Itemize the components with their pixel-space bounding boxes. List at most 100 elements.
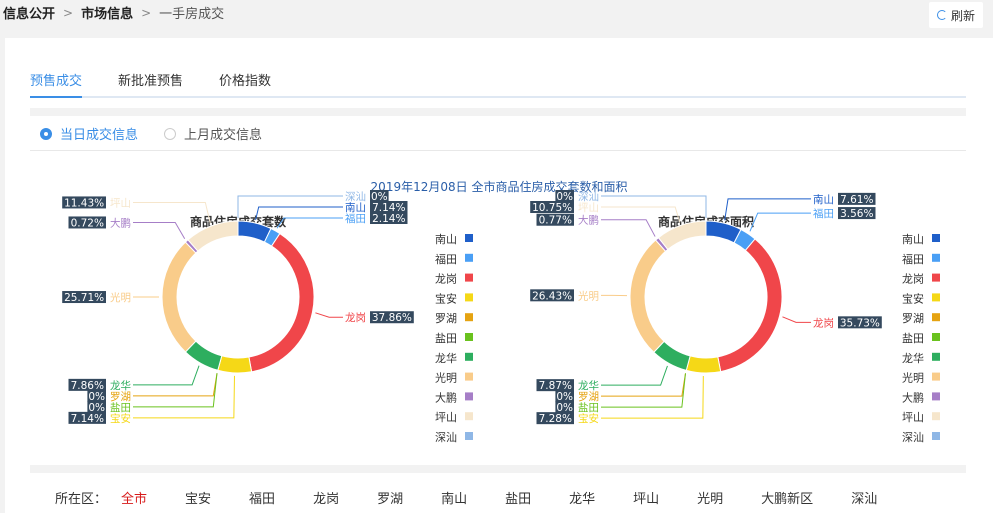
label-leader-line	[133, 373, 218, 408]
slice-category-label: 南山	[813, 193, 834, 206]
label-leader-line	[601, 373, 686, 408]
district-item[interactable]: 大鹏新区	[761, 488, 813, 507]
slice-category-label: 深汕	[578, 191, 599, 203]
refresh-label: 刷新	[950, 8, 975, 23]
label-leader-line	[782, 316, 811, 323]
legend-label[interactable]: 盐田	[435, 332, 457, 345]
legend-label[interactable]: 龙岗	[435, 273, 457, 286]
legend-swatch[interactable]	[932, 333, 940, 341]
district-item[interactable]: 宝安	[185, 488, 211, 507]
content-panel: 预售成交 新批准预售 价格指数 当日成交信息 上月成交信息 2019年12月08…	[5, 38, 993, 513]
slice-value-label: 7.86%	[71, 380, 104, 392]
label-leader-line	[315, 312, 343, 318]
pie-charts-canvas: 商品住房成交套数南山7.14%福田2.14%龙岗37.86%宝安7.14%罗湖0…	[62, 190, 940, 444]
legend-label[interactable]: 深汕	[435, 431, 457, 444]
legend-label[interactable]: 罗湖	[902, 312, 924, 325]
slice-category-label: 深汕	[345, 191, 366, 203]
label-leader-line	[276, 217, 343, 229]
slice-category-label: 大鹏	[578, 214, 599, 227]
legend-swatch[interactable]	[932, 293, 940, 302]
legend-swatch[interactable]	[465, 273, 473, 282]
refresh-button[interactable]: 刷新	[929, 2, 983, 28]
legend-label[interactable]: 大鹏	[435, 390, 457, 404]
district-item[interactable]: 龙华	[569, 488, 595, 507]
slice-category-label: 坪山	[110, 196, 131, 209]
legend-label[interactable]: 罗湖	[435, 312, 457, 325]
legend-label[interactable]: 龙华	[902, 351, 924, 365]
refresh-icon	[936, 10, 947, 20]
pie-slice[interactable]	[161, 241, 197, 353]
legend-swatch[interactable]	[932, 372, 940, 381]
legend-label[interactable]: 南山	[435, 233, 457, 246]
legend-swatch[interactable]	[932, 392, 940, 401]
legend-swatch[interactable]	[465, 333, 473, 341]
legend-swatch[interactable]	[932, 412, 940, 421]
district-item[interactable]: 南山	[441, 488, 467, 507]
breadcrumb-item-market-info[interactable]: 市场信息	[81, 3, 133, 22]
legend-swatch[interactable]	[465, 412, 473, 421]
label-leader-line	[601, 375, 704, 419]
label-leader-line	[601, 365, 668, 386]
legend-swatch[interactable]	[465, 253, 473, 262]
pie-slice[interactable]	[217, 355, 253, 374]
legend-label[interactable]: 光明	[902, 371, 924, 385]
legend-swatch[interactable]	[932, 352, 940, 361]
district-item[interactable]: 罗湖	[377, 488, 403, 507]
legend-label[interactable]: 坪山	[435, 411, 457, 424]
breadcrumb-item-info-public[interactable]: 信息公开	[3, 3, 55, 22]
pie-slice[interactable]	[248, 232, 315, 373]
district-item[interactable]: 光明	[697, 488, 723, 507]
slice-value-label: 0%	[88, 402, 105, 414]
legend-label[interactable]: 光明	[435, 371, 457, 385]
district-filter: 所在区： 全市 宝安 福田 龙岗 罗湖 南山 盐田 龙华 坪山 光明 大鹏新区 深汕	[55, 488, 915, 507]
legend-swatch[interactable]	[932, 313, 940, 322]
district-item[interactable]: 坪山	[633, 488, 659, 507]
slice-value-label: 0.72%	[71, 217, 104, 229]
legend-label[interactable]: 宝安	[902, 291, 924, 305]
slice-category-label: 龙岗	[345, 311, 366, 324]
legend-swatch[interactable]	[932, 432, 940, 440]
pie-slice[interactable]	[685, 355, 722, 374]
district-item[interactable]: 福田	[249, 488, 275, 507]
district-item[interactable]: 深汕	[851, 488, 877, 507]
legend-swatch[interactable]	[465, 293, 473, 302]
label-leader-line	[601, 219, 656, 237]
slice-category-label: 龙华	[578, 379, 599, 392]
slice-value-label: 3.56%	[840, 208, 873, 220]
slice-value-label: 7.61%	[840, 194, 873, 206]
legend-swatch[interactable]	[465, 313, 473, 322]
legend-swatch[interactable]	[932, 253, 940, 262]
legend-label[interactable]: 盐田	[902, 332, 924, 345]
breadcrumb-item-current: 一手房成交	[159, 7, 225, 22]
legend-swatch[interactable]	[932, 234, 940, 242]
legend-label[interactable]: 龙岗	[902, 273, 924, 286]
pie-slice[interactable]	[717, 238, 783, 373]
legend-swatch[interactable]	[465, 234, 473, 242]
legend-swatch[interactable]	[465, 432, 473, 440]
label-leader-line	[133, 365, 200, 386]
legend-label[interactable]: 宝安	[435, 291, 457, 305]
legend-swatch[interactable]	[465, 392, 473, 401]
legend-label[interactable]: 龙华	[435, 351, 457, 365]
legend-swatch[interactable]	[465, 372, 473, 381]
legend-swatch[interactable]	[932, 273, 940, 282]
legend-label[interactable]: 南山	[902, 233, 924, 246]
legend-label[interactable]: 福田	[435, 252, 457, 266]
slice-category-label: 龙岗	[813, 316, 834, 329]
slice-value-label: 7.87%	[539, 380, 572, 392]
pie-slice[interactable]	[629, 239, 667, 353]
slice-category-label: 光明	[578, 289, 599, 302]
district-item[interactable]: 龙岗	[313, 488, 339, 507]
district-item[interactable]: 全市	[121, 488, 147, 507]
slice-value-label: 25.71%	[64, 292, 104, 304]
legend-label[interactable]: 大鹏	[902, 390, 924, 404]
slice-category-label: 盐田	[578, 401, 599, 414]
legend-label[interactable]: 深汕	[902, 431, 924, 444]
legend-label[interactable]: 福田	[902, 252, 924, 266]
district-item[interactable]: 盐田	[505, 488, 531, 507]
slice-value-label: 37.86%	[372, 312, 412, 324]
legend-swatch[interactable]	[465, 352, 473, 361]
legend-label[interactable]: 坪山	[902, 411, 924, 424]
slice-value-label: 0%	[556, 402, 573, 414]
label-leader-line	[133, 221, 186, 239]
